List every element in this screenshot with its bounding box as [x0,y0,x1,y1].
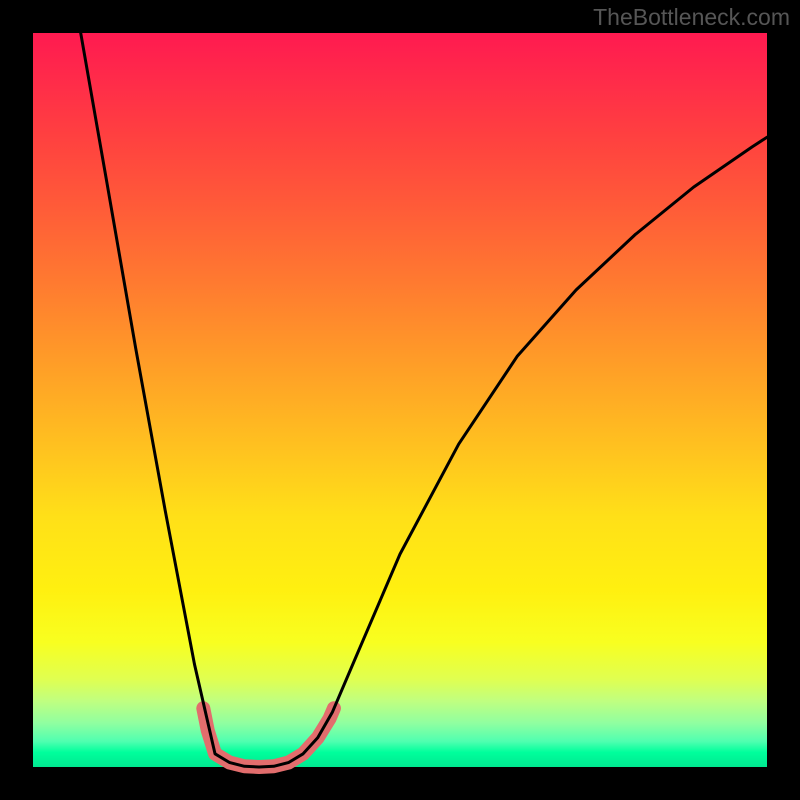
chart-svg [33,33,767,767]
watermark-text: TheBottleneck.com [593,4,790,31]
main-curve-series [81,33,767,767]
chart-stage: TheBottleneck.com [0,0,800,800]
